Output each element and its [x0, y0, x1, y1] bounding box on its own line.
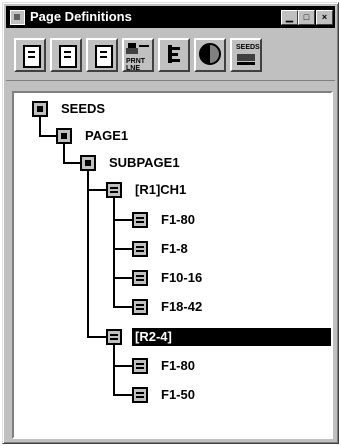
print-line-label: PRNT LNE: [126, 58, 146, 72]
tree-node-label[interactable]: SEEDS: [58, 100, 108, 118]
tree-node-label[interactable]: F10-16: [158, 269, 205, 287]
half-circle-icon: [199, 43, 221, 65]
field-icon[interactable]: [132, 358, 148, 374]
edit-page-button[interactable]: [86, 38, 118, 72]
tree-node-label[interactable]: PAGE1: [82, 127, 131, 145]
document-edit-icon: [95, 45, 113, 68]
toolbar: PRNT LNE SEEDS: [6, 32, 335, 81]
page-icon[interactable]: [80, 155, 96, 171]
maximize-icon: □: [303, 12, 310, 22]
maximize-button[interactable]: □: [298, 10, 315, 25]
tree-connector: [63, 144, 65, 163]
tree-node-label[interactable]: SUBPAGE1: [106, 154, 183, 172]
field-icon[interactable]: [106, 182, 122, 198]
field-icon[interactable]: [132, 387, 148, 403]
tree-connector: [113, 219, 132, 221]
open-page-button[interactable]: [50, 38, 82, 72]
field-icon[interactable]: [106, 329, 122, 345]
tree-connector: [87, 171, 89, 337]
field-icon[interactable]: [132, 270, 148, 286]
tree-node-label[interactable]: F1-8: [158, 240, 191, 258]
field-icon[interactable]: [132, 299, 148, 315]
shade-button[interactable]: [194, 38, 226, 72]
tree-node-label[interactable]: F1-80: [158, 357, 198, 375]
tree-connector: [113, 365, 132, 367]
title-bar[interactable]: Page Definitions ▁ □ ×: [6, 6, 335, 28]
tree-node-label[interactable]: F18-42: [158, 298, 205, 316]
page-tree: SEEDS PAGE1 SUBPAGE1 [R1]CH1 F1-80 F1-8 F10-16…: [12, 91, 333, 439]
page-icon[interactable]: [32, 101, 48, 117]
text-block-icon: [168, 45, 180, 63]
document-icon: [59, 45, 77, 68]
minimize-button[interactable]: ▁: [281, 10, 298, 25]
printer-icon: [126, 43, 149, 54]
tree-node-label[interactable]: F1-50: [158, 386, 198, 404]
tree-connector: [113, 248, 132, 250]
print-line-button[interactable]: PRNT LNE: [122, 38, 154, 72]
tree-connector: [39, 135, 56, 137]
close-icon: ×: [321, 12, 328, 22]
field-icon[interactable]: [132, 212, 148, 228]
tree-connector: [113, 198, 115, 307]
minimize-icon: ▁: [286, 12, 293, 22]
window-icon[interactable]: [10, 10, 25, 25]
tree-node-label[interactable]: [R2-4]: [132, 328, 331, 346]
window-title: Page Definitions: [30, 9, 132, 24]
document-icon: [23, 45, 41, 68]
field-icon[interactable]: [132, 241, 148, 257]
tree-connector: [113, 277, 132, 279]
tree-connector: [87, 189, 106, 191]
tree-connector: [39, 117, 41, 136]
new-page-button[interactable]: [14, 38, 46, 72]
tree-node-label[interactable]: F1-80: [158, 211, 198, 229]
page-definitions-window: Page Definitions ▁ □ × PRNT LNE SEEDS SE…: [2, 2, 339, 444]
close-button[interactable]: ×: [316, 10, 333, 25]
tree-connector: [113, 306, 132, 308]
tree-node-label[interactable]: [R1]CH1: [132, 181, 189, 199]
seeds-button[interactable]: SEEDS: [230, 38, 262, 72]
page-icon[interactable]: [56, 128, 72, 144]
tree-connector: [113, 394, 132, 396]
tree-connector: [63, 162, 80, 164]
tree-connector: [113, 345, 115, 395]
text-block-button[interactable]: [158, 38, 190, 72]
seeds-label: SEEDS: [236, 44, 260, 51]
tree-connector: [87, 336, 106, 338]
